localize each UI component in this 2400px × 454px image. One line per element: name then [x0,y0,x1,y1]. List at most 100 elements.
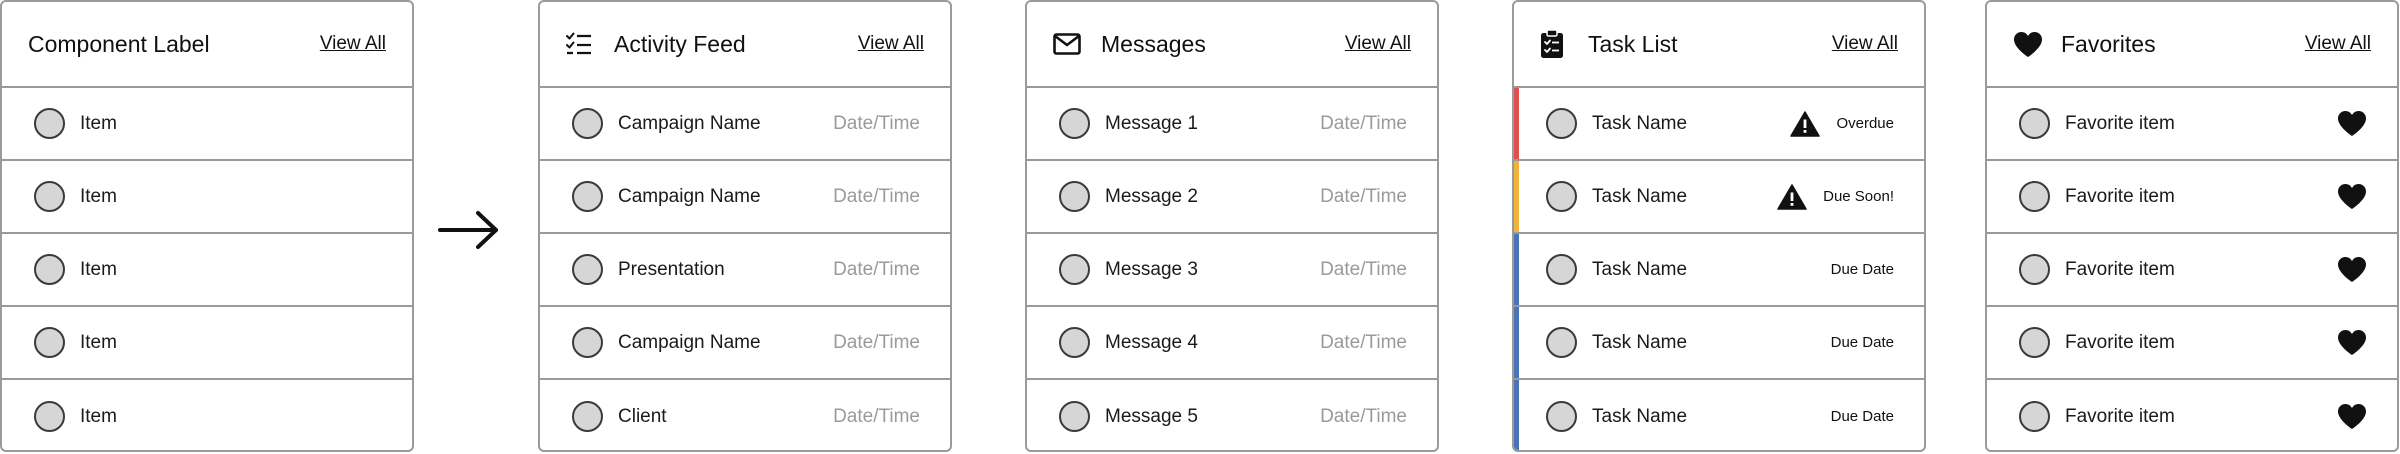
avatar [1546,254,1577,285]
avatar [34,254,65,285]
card-header: Favorites View All [1987,2,2397,88]
favorites-card: Favorites View All Favorite item Favorit… [1985,0,2399,452]
item-label: Item [80,185,117,207]
activity-row[interactable]: Client Date/Time [540,380,950,450]
view-all-link[interactable]: View All [2305,33,2371,55]
card-title: Activity Feed [614,30,746,57]
favorite-label: Favorite item [2065,112,2175,134]
list-item[interactable]: Item [2,234,412,307]
avatar [1059,181,1090,212]
heart-icon[interactable] [2337,256,2367,284]
heart-icon[interactable] [2337,403,2367,431]
avatar [2019,327,2050,358]
avatar [2019,108,2050,139]
task-status: Due Soon! [1777,183,1894,210]
task-row[interactable]: Task Name Due Date [1514,234,1924,307]
envelope-icon [1053,27,1087,61]
activity-row[interactable]: Campaign Name Date/Time [540,161,950,234]
activity-datetime: Date/Time [833,185,920,207]
favorite-label: Favorite item [2065,185,2175,207]
task-row[interactable]: Task Name Due Soon! [1514,161,1924,234]
warning-icon [1790,110,1821,137]
message-row[interactable]: Message 4 Date/Time [1027,307,1437,380]
messages-card: Messages View All Message 1 Date/Time Me… [1025,0,1439,452]
checklist-icon [566,27,600,61]
favorite-row[interactable]: Favorite item [1987,307,2397,380]
heart-icon[interactable] [2337,183,2367,211]
avatar [1546,108,1577,139]
item-label: Item [80,258,117,280]
message-title: Message 2 [1105,185,1198,207]
message-row[interactable]: Message 1 Date/Time [1027,88,1437,161]
activity-name: Client [618,405,667,427]
favorite-row[interactable]: Favorite item [1987,161,2397,234]
list-item[interactable]: Item [2,380,412,450]
avatar [34,327,65,358]
task-name: Task Name [1592,405,1688,427]
card-header: Activity Feed View All [540,2,950,88]
overdue-accent-bar [1514,88,1519,159]
card-header: Component Label View All [2,2,412,88]
message-row[interactable]: Message 5 Date/Time [1027,380,1437,450]
due-soon-accent-bar [1514,161,1519,232]
view-all-link[interactable]: View All [1345,33,1411,55]
message-title: Message 4 [1105,331,1198,353]
due-date-accent-bar [1514,234,1519,305]
status-text: Due Date [1830,408,1894,425]
avatar [1546,401,1577,432]
avatar [34,401,65,432]
avatar [1546,327,1577,358]
arrow-right-icon [438,211,498,249]
status-text: Due Soon! [1823,188,1894,205]
task-name: Task Name [1592,185,1688,207]
clipboard-check-icon [1540,27,1574,61]
list-item[interactable]: Item [2,307,412,380]
task-name: Task Name [1592,331,1688,353]
view-all-link[interactable]: View All [1832,33,1898,55]
favorite-row[interactable]: Favorite item [1987,234,2397,307]
due-date-accent-bar [1514,307,1519,378]
avatar [34,181,65,212]
avatar [572,254,603,285]
list-item[interactable]: Item [2,88,412,161]
favorite-label: Favorite item [2065,405,2175,427]
task-row[interactable]: Task Name Due Date [1514,380,1924,450]
message-row[interactable]: Message 3 Date/Time [1027,234,1437,307]
card-title: Task List [1588,30,1678,57]
view-all-link[interactable]: View All [320,33,386,55]
heart-icon [2013,27,2047,61]
heart-icon[interactable] [2337,329,2367,357]
activity-datetime: Date/Time [833,112,920,134]
card-title: Favorites [2061,30,2156,57]
favorite-label: Favorite item [2065,258,2175,280]
activity-row[interactable]: Campaign Name Date/Time [540,88,950,161]
activity-row[interactable]: Campaign Name Date/Time [540,307,950,380]
avatar [572,181,603,212]
avatar [1059,327,1090,358]
view-all-link[interactable]: View All [858,33,924,55]
message-row[interactable]: Message 2 Date/Time [1027,161,1437,234]
message-title: Message 5 [1105,405,1198,427]
favorite-row[interactable]: Favorite item [1987,88,2397,161]
due-date-accent-bar [1514,380,1519,450]
message-datetime: Date/Time [1320,112,1407,134]
task-row[interactable]: Task Name Overdue [1514,88,1924,161]
activity-datetime: Date/Time [833,405,920,427]
list-item[interactable]: Item [2,161,412,234]
message-datetime: Date/Time [1320,185,1407,207]
task-row[interactable]: Task Name Due Date [1514,307,1924,380]
avatar [572,108,603,139]
status-text: Overdue [1836,115,1894,132]
message-title: Message 1 [1105,112,1198,134]
item-label: Item [80,405,117,427]
activity-feed-card: Activity Feed View All Campaign Name Dat… [538,0,952,452]
heart-icon[interactable] [2337,110,2367,138]
favorite-row[interactable]: Favorite item [1987,380,2397,450]
card-title: Messages [1101,30,1206,57]
message-title: Message 3 [1105,258,1198,280]
avatar [2019,181,2050,212]
task-name: Task Name [1592,112,1688,134]
avatar [2019,254,2050,285]
activity-row[interactable]: Presentation Date/Time [540,234,950,307]
activity-name: Campaign Name [618,331,761,353]
